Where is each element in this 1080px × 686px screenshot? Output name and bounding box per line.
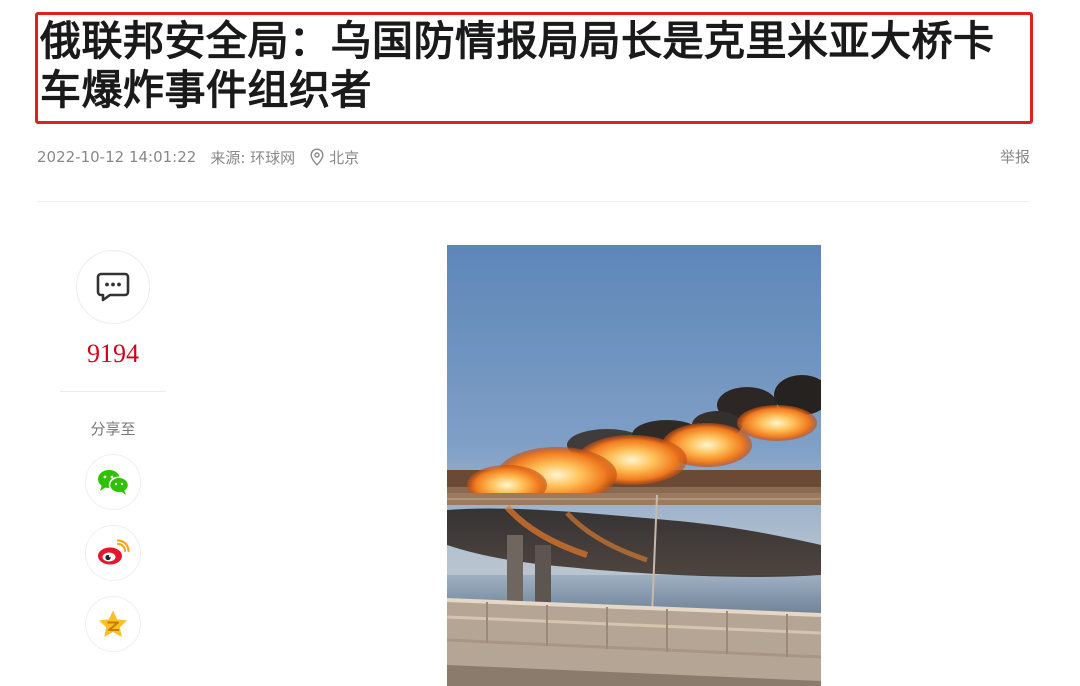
qzone-icon (99, 610, 127, 637)
comment-count[interactable]: 9194 (60, 339, 166, 369)
share-label: 分享至 (90, 420, 136, 438)
location-pin-icon (310, 148, 324, 166)
weibo-icon (98, 539, 130, 565)
article-meta: 2022-10-12 14:01:22 来源: 环球网 北京 (37, 146, 359, 168)
share-weibo-button[interactable] (85, 525, 141, 581)
location-text: 北京 (329, 148, 360, 167)
page-title: 俄联邦安全局：乌国防情报局局长是克里米亚大桥卡车爆炸事件组织者 (40, 17, 995, 114)
sidebar: 9194 分享至 (60, 250, 166, 652)
article-source[interactable]: 来源: 环球网 (210, 147, 295, 168)
burning-bridge-image (447, 245, 821, 686)
header-divider (37, 201, 1030, 202)
comment-button[interactable] (76, 250, 150, 324)
wechat-icon (98, 470, 130, 495)
comment-icon (96, 272, 130, 302)
report-link[interactable]: 举报 (1000, 146, 1030, 167)
sidebar-divider (60, 391, 166, 392)
share-wechat-button[interactable] (85, 454, 141, 510)
publish-datetime: 2022-10-12 14:01:22 (37, 148, 197, 166)
share-qzone-button[interactable] (85, 596, 141, 652)
article-photo (447, 245, 821, 686)
article-location: 北京 (309, 147, 359, 168)
